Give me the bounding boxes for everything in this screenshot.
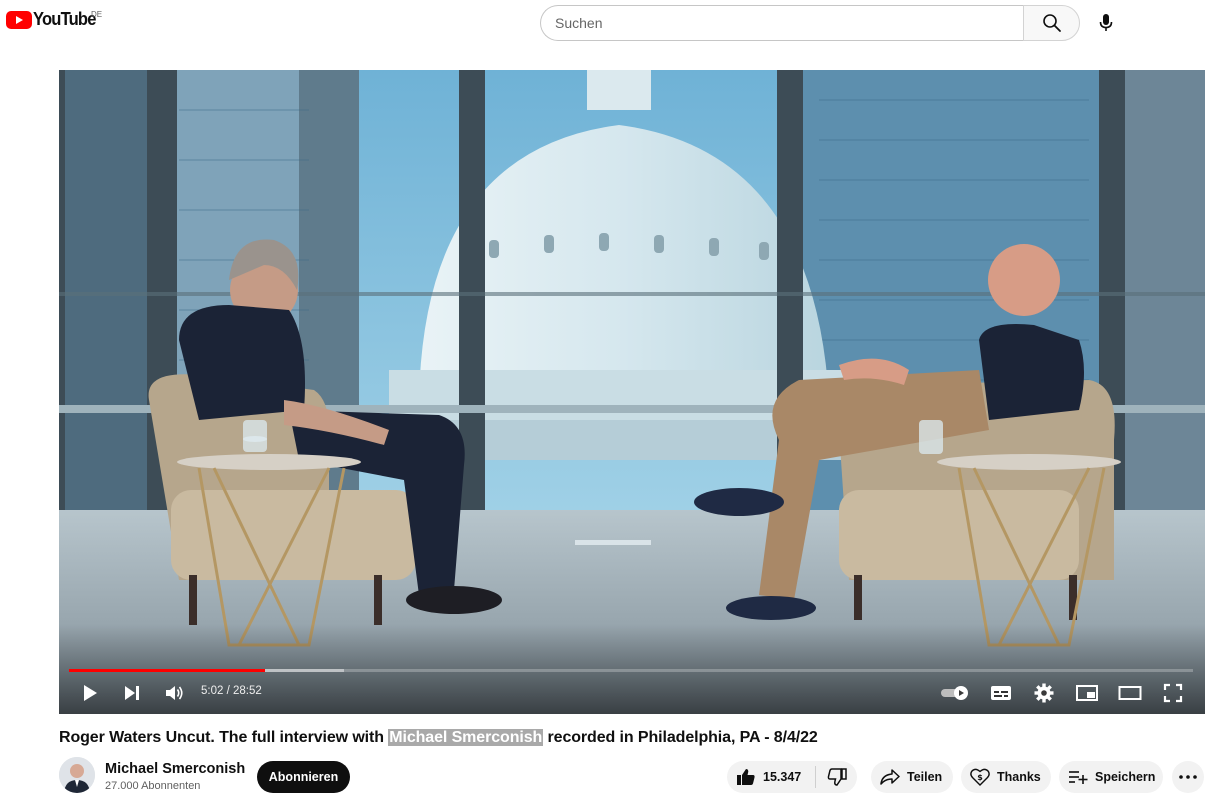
subscriber-count: 27.000 Abonnenten bbox=[105, 780, 201, 792]
country-code: DE bbox=[91, 10, 103, 19]
youtube-logo-icon bbox=[6, 10, 32, 29]
settings-button[interactable] bbox=[1032, 681, 1056, 705]
search-button[interactable] bbox=[1023, 5, 1080, 41]
more-actions-button[interactable] bbox=[1172, 761, 1204, 793]
settings-icon bbox=[1034, 683, 1054, 703]
subtitles-icon bbox=[991, 686, 1011, 700]
thumbs-down-icon bbox=[827, 768, 847, 786]
channel-name[interactable]: Michael Smerconish bbox=[105, 761, 245, 777]
subtitles-button[interactable] bbox=[989, 681, 1013, 705]
share-label: Teilen bbox=[907, 770, 943, 784]
microphone-icon bbox=[1099, 14, 1113, 31]
title-part-after: recorded in Philadelphia, PA - 8/4/22 bbox=[543, 729, 818, 746]
avatar-image bbox=[59, 757, 95, 793]
next-button[interactable] bbox=[121, 681, 143, 705]
play-icon bbox=[84, 685, 97, 701]
volume-icon bbox=[166, 686, 183, 700]
like-count: 15.347 bbox=[763, 770, 802, 784]
time-display: 5:02 / 28:52 bbox=[201, 685, 262, 697]
channel-avatar[interactable] bbox=[59, 757, 95, 793]
search-box[interactable] bbox=[540, 5, 1024, 41]
video-frame bbox=[59, 70, 1205, 714]
volume-button[interactable] bbox=[163, 681, 187, 705]
fullscreen-button[interactable] bbox=[1161, 681, 1185, 705]
thanks-button[interactable]: $ Thanks bbox=[961, 761, 1051, 793]
save-button[interactable]: Speichern bbox=[1059, 761, 1163, 793]
logo-text: YouTube bbox=[33, 9, 96, 29]
theater-mode-icon bbox=[1118, 686, 1142, 700]
progress-played bbox=[69, 669, 266, 672]
miniplayer-button[interactable] bbox=[1075, 681, 1099, 705]
thanks-heart-icon: $ bbox=[970, 768, 990, 786]
fullscreen-icon bbox=[1163, 683, 1183, 703]
like-button[interactable]: 15.347 bbox=[727, 761, 815, 793]
dislike-button[interactable] bbox=[816, 761, 857, 793]
more-horizontal-icon bbox=[1179, 775, 1197, 779]
miniplayer-icon bbox=[1076, 685, 1098, 701]
search-input[interactable] bbox=[555, 15, 1024, 31]
thumbs-up-icon bbox=[737, 769, 755, 785]
like-dislike-group: 15.347 bbox=[727, 761, 857, 793]
video-title: Roger Waters Uncut. The full interview w… bbox=[59, 729, 818, 747]
autoplay-toggle-icon bbox=[941, 686, 968, 700]
add-to-playlist-icon bbox=[1069, 771, 1088, 784]
title-highlight: Michael Smerconish bbox=[388, 729, 544, 746]
save-label: Speichern bbox=[1095, 770, 1156, 784]
voice-search-button[interactable] bbox=[1089, 5, 1123, 41]
subscribe-button[interactable]: Abonnieren bbox=[257, 761, 350, 793]
youtube-logo[interactable]: YouTube bbox=[6, 9, 101, 30]
thanks-label: Thanks bbox=[997, 770, 1041, 784]
search-icon bbox=[1042, 14, 1061, 32]
autoplay-toggle[interactable] bbox=[939, 681, 971, 705]
title-part-before: Roger Waters Uncut. The full interview w… bbox=[59, 729, 389, 746]
masthead: YouTube DE bbox=[0, 0, 1217, 46]
next-icon bbox=[125, 686, 139, 700]
share-button[interactable]: Teilen bbox=[871, 761, 953, 793]
svg-text:$: $ bbox=[977, 773, 983, 782]
play-button[interactable] bbox=[79, 681, 101, 705]
video-player[interactable]: 5:02 / 28:52 bbox=[59, 70, 1205, 714]
progress-bar[interactable] bbox=[69, 669, 1193, 672]
theater-mode-button[interactable] bbox=[1118, 681, 1142, 705]
share-icon bbox=[880, 769, 900, 785]
